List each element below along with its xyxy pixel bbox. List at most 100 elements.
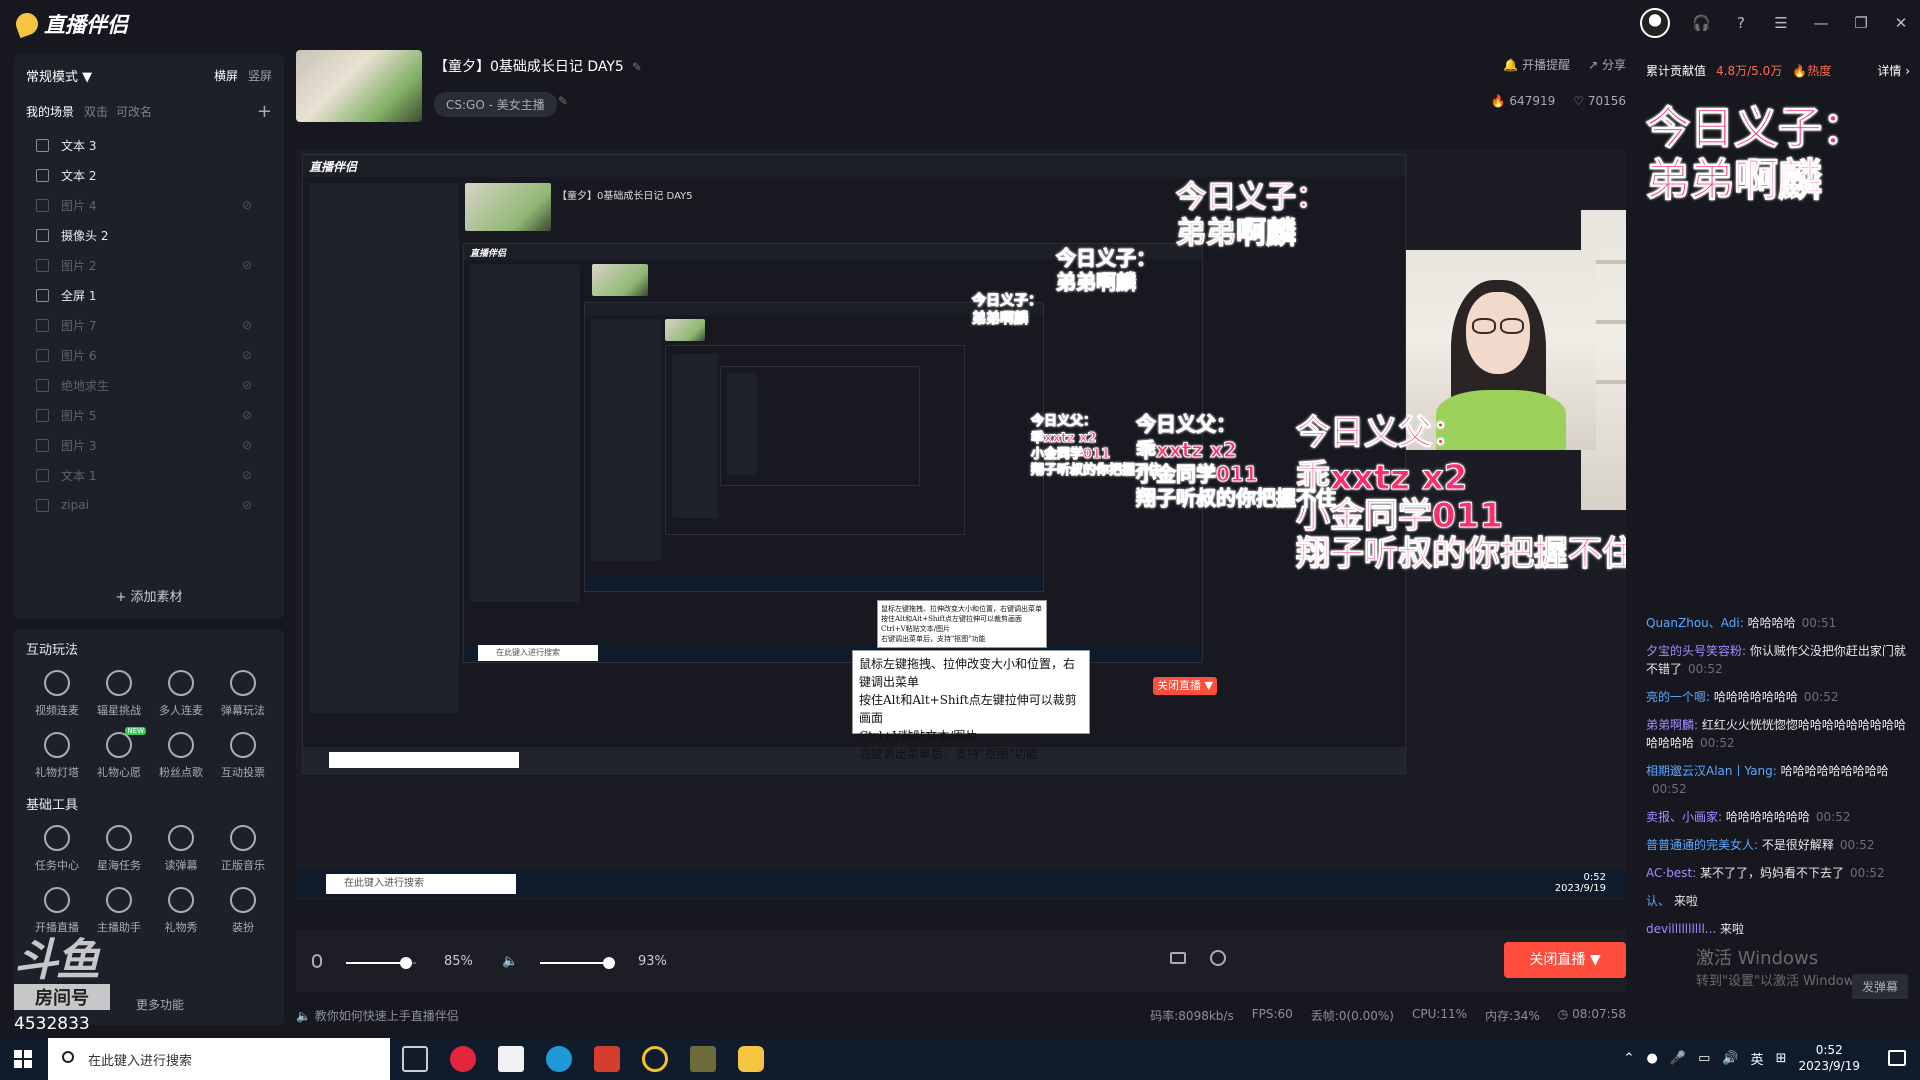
send-danmu-button[interactable]: 发弹幕 [1851,974,1908,999]
speaker-volume-slider[interactable] [540,957,615,969]
chat-user[interactable]: 普普通通的完美女人: [1646,838,1758,852]
hidden-eye-icon[interactable]: ⊘ [242,438,252,452]
tool-item[interactable]: 多人连麦 [150,670,212,718]
tool-item[interactable]: 装扮 [212,887,274,935]
scene-item[interactable]: 图片 5 ⊘ [26,400,272,430]
windows-start-icon[interactable] [14,1050,32,1068]
task-view-icon[interactable] [402,1046,428,1072]
scene-type-icon [36,228,49,242]
overlay-father-line: 翔子听叔的你把握不住 [1296,534,1627,575]
chat-user[interactable]: 相期邈云汉Alan丨Yang: [1646,764,1777,778]
feishu-icon[interactable] [498,1046,524,1072]
hidden-eye-icon[interactable]: ⊘ [242,318,252,332]
scene-item[interactable]: 全屏 1 [26,280,272,310]
tray-mic-icon[interactable]: 🎤 [1670,1051,1686,1066]
mic-volume-slider[interactable] [346,957,416,969]
tutorial-link[interactable]: 🔈 教你如何快速上手直播伴侣 [296,1007,459,1024]
chat-user[interactable]: AC·best: [1646,866,1696,880]
scene-item[interactable]: 文本 3 [26,130,272,160]
chat-user[interactable]: QuanZhou、Adi: [1646,616,1744,630]
netease-music-icon[interactable] [450,1046,476,1072]
ime-mode-icon[interactable]: ⊞ [1776,1051,1787,1066]
scene-item[interactable]: 文本 1 ⊘ [26,460,272,490]
menu-icon[interactable]: ☰ [1772,14,1790,32]
close-live-button[interactable]: 关闭直播 ▼ [1504,942,1626,978]
camera-icon[interactable] [1170,952,1186,964]
scene-item[interactable]: 摄像头 2 [26,220,272,250]
tool-item[interactable]: 弹幕玩法 [212,670,274,718]
tool-item[interactable]: 粉丝点歌 [150,732,212,780]
headset-icon[interactable]: 🎧 [1692,14,1711,32]
tool-item[interactable]: 礼物秀 [150,887,212,935]
detail-link[interactable]: 详情 › [1877,62,1910,79]
help-icon[interactable]: ? [1732,14,1750,32]
tool-item[interactable]: 礼物灯塔 [26,732,88,780]
tool-item[interactable]: 视频连麦 [26,670,88,718]
share-button[interactable]: ↗ 分享 [1588,56,1626,73]
scene-item[interactable]: 图片 2 ⊘ [26,250,272,280]
tool-item[interactable]: 正版音乐 [212,825,274,873]
add-scene-button[interactable]: + [257,101,272,122]
scene-item[interactable]: 图片 6 ⊘ [26,340,272,370]
scene-item[interactable]: 图片 4 ⊘ [26,190,272,220]
tool-item[interactable]: 任务中心 [26,825,88,873]
edit-category-icon[interactable]: ✎ [558,94,568,108]
scene-item[interactable]: 图片 3 ⊘ [26,430,272,460]
orient-landscape-tab[interactable]: 横屏 [214,69,238,83]
mic-icon[interactable] [312,954,322,968]
edit-title-icon[interactable]: ✎ [632,60,642,74]
chat-user[interactable]: 亮的一个嗯: [1646,690,1710,704]
chat-time: 00:52 [1652,782,1687,796]
close-icon[interactable]: ✕ [1892,14,1910,32]
tray-expand-icon[interactable]: ⌃ [1624,1051,1635,1066]
chat-user[interactable]: 卖报、小画家: [1646,810,1722,824]
app-circle-icon[interactable] [642,1046,668,1072]
chat-time: 00:52 [1700,736,1735,750]
scene-item[interactable]: 文本 2 [26,160,272,190]
restore-icon[interactable]: ❐ [1852,14,1870,32]
settings-icon[interactable] [1210,950,1226,966]
tool-item[interactable]: 星海任务 [88,825,150,873]
game-icon[interactable] [690,1046,716,1072]
chat-user[interactable]: 弟弟啊麟: [1646,718,1698,732]
hidden-eye-icon[interactable]: ⊘ [242,198,252,212]
add-material-button[interactable]: + 添加素材 [14,586,284,605]
hidden-eye-icon[interactable]: ⊘ [242,378,252,392]
hidden-eye-icon[interactable]: ⊘ [242,468,252,482]
tray-app-icon[interactable]: ● [1647,1051,1658,1066]
tool-item[interactable]: 读弹幕 [150,825,212,873]
hidden-eye-icon[interactable]: ⊘ [242,408,252,422]
minimize-icon[interactable]: — [1812,14,1830,32]
douyu-icon[interactable] [738,1046,764,1072]
stream-cover[interactable] [296,50,422,122]
tray-network-icon[interactable]: ▭ [1698,1051,1710,1066]
chat-user[interactable]: 认、 [1646,894,1670,908]
tool-item[interactable]: 互动投票 [212,732,274,780]
notification-icon[interactable] [1888,1050,1906,1066]
edge-icon[interactable] [546,1046,572,1072]
category-tag[interactable]: CS:GO - 美女主播 [434,92,557,117]
taskbar-clock[interactable]: 0:52 2023/9/19 [1798,1042,1860,1074]
tray-volume-icon[interactable]: 🔊 [1722,1051,1738,1066]
scene-item[interactable]: 绝地求生 ⊘ [26,370,272,400]
scene-item[interactable]: 图片 7 ⊘ [26,310,272,340]
taskbar-search[interactable]: 在此键入进行搜索 [48,1038,390,1080]
hidden-eye-icon[interactable]: ⊘ [242,258,252,272]
scene-type-icon [36,198,49,212]
hidden-eye-icon[interactable]: ⊘ [242,348,252,362]
remind-button[interactable]: 🔔 开播提醒 [1503,56,1570,73]
mode-dropdown[interactable]: 常规模式 ▼ [26,66,92,85]
live-companion-icon[interactable] [594,1046,620,1072]
live-preview[interactable]: 直播伴侣 【童夕】0基础成长日记 DAY5 直播伴侣 在此键入进行搜索 鼠标左键… [296,150,1626,900]
tool-item[interactable]: 辐星挑战 [88,670,150,718]
tool-label: 星海任务 [97,859,141,872]
tool-item[interactable]: NEW 礼物心愿 [88,727,150,780]
speaker-icon[interactable]: 🔈 [502,954,518,969]
scene-item[interactable]: zipai ⊘ [26,490,272,520]
ime-lang[interactable]: 英 [1751,1049,1764,1068]
chat-user[interactable]: 夕宝的头号笑容粉: [1646,644,1746,658]
hidden-eye-icon[interactable]: ⊘ [242,498,252,512]
avatar[interactable] [1640,8,1670,38]
chat-user[interactable]: devillllllllll... [1646,922,1716,936]
orient-portrait-tab[interactable]: 竖屏 [248,69,272,83]
